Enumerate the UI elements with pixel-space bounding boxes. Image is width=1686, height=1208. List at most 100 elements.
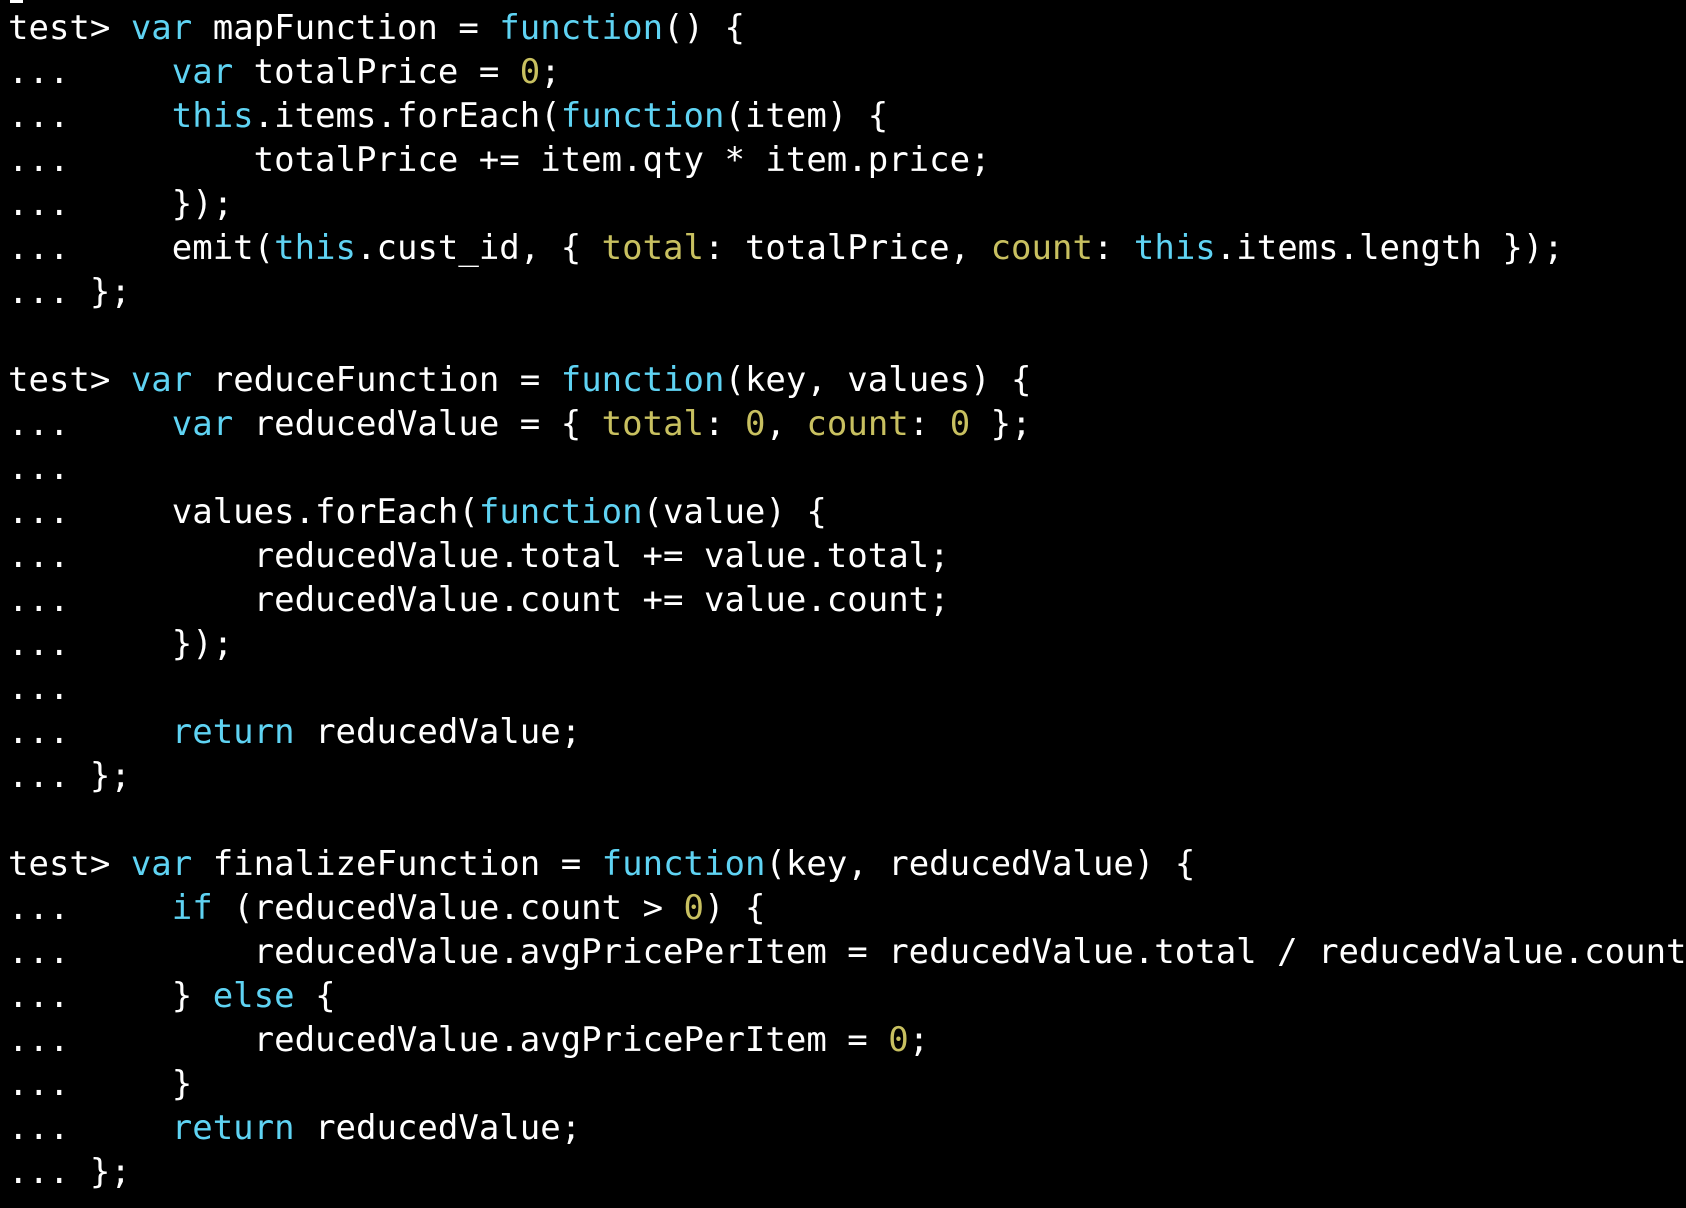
code-token: count bbox=[806, 404, 909, 444]
code-token: 0 bbox=[949, 404, 971, 444]
code-token: , bbox=[765, 404, 807, 444]
code-token: ... totalPrice += item.qty * item.price; bbox=[8, 140, 991, 180]
code-token: .items.forEach( bbox=[253, 96, 561, 136]
code-token: function bbox=[499, 8, 664, 48]
code-token: .items.length }); bbox=[1215, 228, 1564, 268]
code-token: ... bbox=[8, 96, 172, 136]
code-token: test> bbox=[8, 8, 131, 48]
code-token: reducedValue; bbox=[294, 1108, 582, 1148]
code-token: }; bbox=[970, 404, 1032, 444]
code-token: ... bbox=[8, 52, 172, 92]
code-token: ... }; bbox=[8, 272, 131, 312]
code-token: ) { bbox=[704, 888, 766, 928]
code-token: ... bbox=[8, 404, 172, 444]
code-token: reducedValue = { bbox=[233, 404, 602, 444]
code-token: return bbox=[171, 712, 295, 752]
terminal-line: ... }); bbox=[8, 182, 1686, 226]
terminal-line: ... return reducedValue; bbox=[8, 1106, 1686, 1150]
terminal-line: test> var mapFunction = function() { bbox=[8, 6, 1686, 50]
code-token: ... reducedValue.count += value.count; bbox=[8, 580, 950, 620]
code-token: () { bbox=[663, 8, 745, 48]
code-token: ... } bbox=[8, 1064, 193, 1104]
code-token: ... bbox=[8, 888, 172, 928]
code-token: function bbox=[560, 96, 725, 136]
code-token: (reducedValue.count > bbox=[212, 888, 684, 928]
code-token: count bbox=[990, 228, 1093, 268]
terminal-window[interactable]: test> var mapFunction = function() {... … bbox=[0, 0, 1686, 1208]
code-token: test> bbox=[8, 360, 131, 400]
terminal-line: ... }); bbox=[8, 622, 1686, 666]
code-token: reducedValue; bbox=[294, 712, 582, 752]
code-token: ... }); bbox=[8, 184, 234, 224]
code-token: ... bbox=[8, 712, 172, 752]
code-token: : totalPrice, bbox=[704, 228, 991, 268]
code-token: this bbox=[1133, 228, 1216, 268]
code-token: else bbox=[212, 976, 295, 1016]
code-token: : bbox=[908, 404, 950, 444]
code-token: ; bbox=[908, 1020, 930, 1060]
code-token: (item) { bbox=[724, 96, 889, 136]
code-token: .cust_id, { bbox=[356, 228, 602, 268]
code-token: finalizeFunction = bbox=[192, 844, 602, 884]
terminal-line: ... this.items.forEach(function(item) { bbox=[8, 94, 1686, 138]
terminal-line: ... totalPrice += item.qty * item.price; bbox=[8, 138, 1686, 182]
code-token: ; bbox=[540, 52, 561, 92]
code-token: total bbox=[601, 228, 704, 268]
code-token: ... reducedValue.avgPricePerItem = bbox=[8, 1020, 889, 1060]
code-token: ... values.forEach( bbox=[8, 492, 479, 532]
terminal-line: test> var finalizeFunction = function(ke… bbox=[8, 842, 1686, 886]
code-token: ... }); bbox=[8, 624, 234, 664]
code-token: ... reducedValue.total += value.total; bbox=[8, 536, 950, 576]
code-token: (key, reducedValue) { bbox=[765, 844, 1196, 884]
code-token: 0 bbox=[519, 52, 541, 92]
code-token: var bbox=[171, 404, 234, 444]
code-token: ... reducedValue.avgPricePerItem = reduc… bbox=[8, 932, 1686, 972]
code-token: : bbox=[1092, 228, 1134, 268]
terminal-line: ... values.forEach(function(value) { bbox=[8, 490, 1686, 534]
terminal-line: ... } else { bbox=[8, 974, 1686, 1018]
terminal-line: ... bbox=[8, 446, 1686, 490]
terminal-line: ... if (reducedValue.count > 0) { bbox=[8, 886, 1686, 930]
code-token: test> bbox=[8, 844, 131, 884]
code-token: var bbox=[171, 52, 234, 92]
code-token: function bbox=[478, 492, 643, 532]
code-token: function bbox=[560, 360, 725, 400]
terminal-line: ... }; bbox=[8, 754, 1686, 798]
terminal-line: ... bbox=[8, 666, 1686, 710]
terminal-line: ... var totalPrice = 0; bbox=[8, 50, 1686, 94]
cursor-mark bbox=[10, 0, 23, 3]
terminal-line: ... var reducedValue = { total: 0, count… bbox=[8, 402, 1686, 446]
code-token: reduceFunction = bbox=[192, 360, 561, 400]
code-token: 0 bbox=[744, 404, 766, 444]
terminal-line: ... } bbox=[8, 1062, 1686, 1106]
terminal-line: ... reducedValue.avgPricePerItem = reduc… bbox=[8, 930, 1686, 974]
terminal-line: ... reducedValue.total += value.total; bbox=[8, 534, 1686, 578]
terminal-line: test> var reduceFunction = function(key,… bbox=[8, 358, 1686, 402]
code-token: totalPrice = bbox=[233, 52, 520, 92]
code-token: : bbox=[704, 404, 745, 444]
code-token: function bbox=[601, 844, 766, 884]
code-token: this bbox=[274, 228, 356, 268]
code-token: { bbox=[294, 976, 336, 1016]
terminal-line: ... reducedValue.avgPricePerItem = 0; bbox=[8, 1018, 1686, 1062]
code-token: if bbox=[171, 888, 213, 928]
code-token: (value) { bbox=[642, 492, 827, 532]
code-token: var bbox=[130, 8, 193, 48]
code-token: 0 bbox=[683, 888, 705, 928]
terminal-line: ... emit(this.cust_id, { total: totalPri… bbox=[8, 226, 1686, 270]
terminal-line: ... reducedValue.count += value.count; bbox=[8, 578, 1686, 622]
code-token: mapFunction = bbox=[192, 8, 500, 48]
code-token: ... bbox=[8, 1108, 172, 1148]
code-token: this bbox=[171, 96, 254, 136]
code-token: ... } bbox=[8, 976, 213, 1016]
terminal-line: ... }; bbox=[8, 270, 1686, 314]
code-token: ... }; bbox=[8, 756, 131, 796]
code-token: ... }; bbox=[8, 1152, 131, 1192]
code-token: ... bbox=[8, 448, 70, 488]
code-token: var bbox=[130, 844, 193, 884]
code-token: return bbox=[171, 1108, 295, 1148]
code-token: ... bbox=[8, 668, 70, 708]
terminal-line: ... }; bbox=[8, 1150, 1686, 1194]
